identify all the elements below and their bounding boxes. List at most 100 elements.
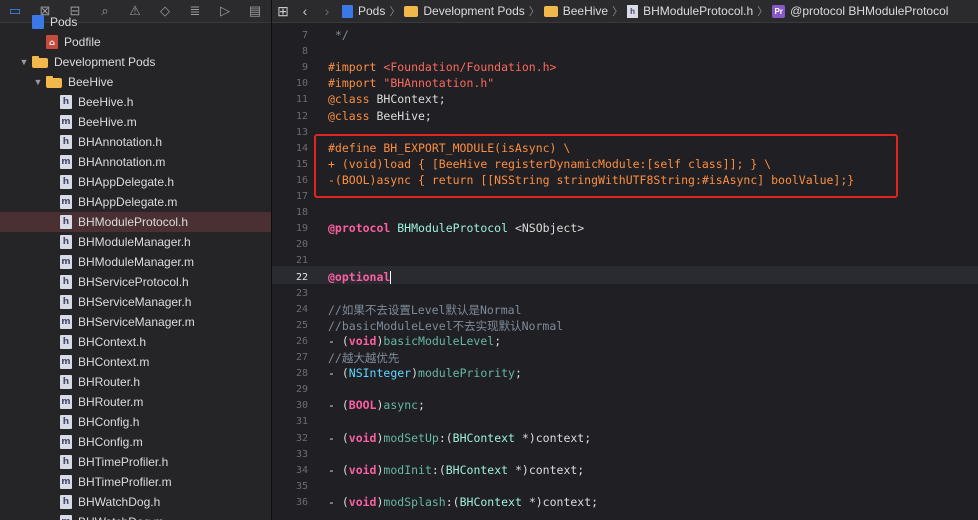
tree-item[interactable]: m BHWatchDog.m (0, 512, 271, 520)
tree-item[interactable]: h BHModuleManager.h (0, 232, 271, 252)
tree-item[interactable]: m BHRouter.m (0, 392, 271, 412)
tree-item[interactable]: h BeeHive.h (0, 92, 271, 112)
code-line[interactable]: #import <Foundation/Foundation.h> (328, 60, 556, 76)
code-token: @optional (328, 269, 391, 284)
tree-item[interactable]: m BHTimeProfiler.m (0, 472, 271, 492)
tree-item[interactable]: ⌂ Podfile (0, 32, 271, 52)
line-number[interactable]: 14 (272, 143, 308, 154)
tree-item[interactable]: m BHAppDelegate.m (0, 192, 271, 212)
line-number[interactable]: 30 (272, 400, 308, 411)
line-number[interactable]: 25 (272, 320, 308, 331)
tree-item-label: BHModuleManager.h (78, 235, 191, 249)
line-number[interactable]: 11 (272, 94, 308, 105)
line-number[interactable]: 33 (272, 449, 308, 460)
tree-item[interactable]: h BHWatchDog.h (0, 492, 271, 512)
code-line[interactable]: - (void)modSetUp:(BHContext *)context; (328, 431, 591, 447)
code-line[interactable]: - (void)basicModuleLevel; (328, 334, 501, 350)
tree-item[interactable]: m BHContext.m (0, 352, 271, 372)
tree-item[interactable]: h BHContext.h (0, 332, 271, 352)
line-number[interactable]: 24 (272, 304, 308, 315)
folder-icon (404, 5, 419, 17)
line-number[interactable]: 9 (272, 62, 308, 73)
forward-button[interactable]: › (316, 3, 338, 19)
related-items-icon[interactable]: ⊞ (272, 3, 294, 20)
tree-item[interactable]: h BHServiceManager.h (0, 292, 271, 312)
tree-item[interactable]: h BHServiceProtocol.h (0, 272, 271, 292)
back-button[interactable]: ‹ (294, 3, 316, 19)
line-number[interactable]: 29 (272, 384, 308, 395)
header-file-icon: h (60, 495, 72, 509)
code-token: @protocol (328, 221, 398, 236)
tree-item[interactable]: h BHAnnotation.h (0, 132, 271, 152)
line-number[interactable]: 31 (272, 416, 308, 427)
code-line[interactable]: @protocol BHModuleProtocol <NSObject> (328, 221, 584, 237)
line-number[interactable]: 15 (272, 159, 308, 170)
line-number[interactable]: 34 (272, 465, 308, 476)
code-line[interactable]: //越大越优先 (328, 350, 399, 366)
line-number[interactable]: 17 (272, 191, 308, 202)
tree-item[interactable]: m BHModuleManager.m (0, 252, 271, 272)
line-number[interactable]: 28 (272, 368, 308, 379)
code-line[interactable]: - (void)modSplash:(BHContext *)context; (328, 495, 598, 511)
line-number[interactable]: 32 (272, 433, 308, 444)
tree-item[interactable]: m BHServiceManager.m (0, 312, 271, 332)
breadcrumb-item[interactable]: h BHModuleProtocol.h (627, 4, 753, 18)
tree-item[interactable]: Pods (0, 12, 271, 32)
line-number[interactable]: 26 (272, 336, 308, 347)
code-token: *)context; (508, 462, 585, 477)
line-number[interactable]: 27 (272, 352, 308, 363)
line-number[interactable]: 22 (272, 272, 308, 283)
breadcrumb-item[interactable]: Development Pods (404, 4, 525, 18)
code-area[interactable]: */ #import <Foundation/Foundation.h> #impo… (328, 22, 978, 520)
tree-item[interactable]: h BHAppDelegate.h (0, 172, 271, 192)
tree-item[interactable]: h BHConfig.h (0, 412, 271, 432)
tree-item[interactable]: h BHTimeProfiler.h (0, 452, 271, 472)
tree-item[interactable]: m BHConfig.m (0, 432, 271, 452)
line-number[interactable]: 20 (272, 239, 308, 250)
line-number[interactable]: 13 (272, 127, 308, 138)
code-line[interactable]: - (void)modInit:(BHContext *)context; (328, 463, 584, 479)
code-line[interactable]: - (BOOL)async; (328, 398, 425, 414)
line-number[interactable]: 8 (272, 46, 308, 57)
line-number[interactable]: 12 (272, 111, 308, 122)
tree-item[interactable]: m BeeHive.m (0, 112, 271, 132)
line-number[interactable]: 35 (272, 481, 308, 492)
tree-item[interactable]: m BHAnnotation.m (0, 152, 271, 172)
breadcrumb-item[interactable]: BeeHive (543, 4, 608, 18)
line-number[interactable]: 19 (272, 223, 308, 234)
line-number[interactable]: 21 (272, 255, 308, 266)
code-line[interactable]: */ (328, 28, 349, 44)
line-number[interactable]: 16 (272, 175, 308, 186)
tree-item[interactable]: ▼ Development Pods (0, 52, 271, 72)
line-number[interactable]: 7 (272, 30, 308, 41)
tree-item[interactable]: h BHModuleProtocol.h (0, 212, 271, 232)
line-number[interactable]: 36 (272, 497, 308, 508)
line-number[interactable]: 23 (272, 288, 308, 299)
code-line[interactable]: @optional (328, 269, 392, 286)
line-number[interactable]: 18 (272, 207, 308, 218)
breadcrumb-item[interactable]: Pr @protocol BHModuleProtocol (772, 4, 948, 18)
implementation-file-icon: m (60, 395, 72, 409)
code-token: */ (328, 28, 349, 42)
tree-item[interactable]: h BHRouter.h (0, 372, 271, 392)
code-line[interactable]: #import "BHAnnotation.h" (328, 76, 494, 92)
code-line[interactable]: //如果不去设置Level默认是Normal (328, 302, 522, 318)
breadcrumb-label: Pods (358, 4, 386, 18)
project-icon (32, 15, 44, 29)
code-token: *)context; (521, 494, 599, 509)
code-line[interactable]: @class BeeHive; (328, 109, 432, 125)
code-line[interactable]: @class BHContext; (328, 92, 446, 108)
tree-item-label: Pods (50, 15, 78, 29)
line-number[interactable]: 10 (272, 78, 308, 89)
code-token: BHContext; (376, 92, 446, 107)
code-line[interactable]: //basicModuleLevel不去实现默认Normal (328, 318, 563, 334)
disclosure-triangle-icon[interactable]: ▼ (18, 57, 30, 67)
code-token: - ( (328, 462, 349, 477)
tree-item[interactable]: ▼ BeeHive (0, 72, 271, 92)
breadcrumb-item[interactable]: Pods (342, 4, 385, 18)
tree-item-label: BHWatchDog.h (78, 495, 161, 509)
code-token: - ( (328, 430, 349, 445)
code-token: modInit (383, 462, 432, 477)
code-line[interactable]: - (NSInteger)modulePriority; (328, 366, 522, 382)
disclosure-triangle-icon[interactable]: ▼ (32, 77, 44, 87)
